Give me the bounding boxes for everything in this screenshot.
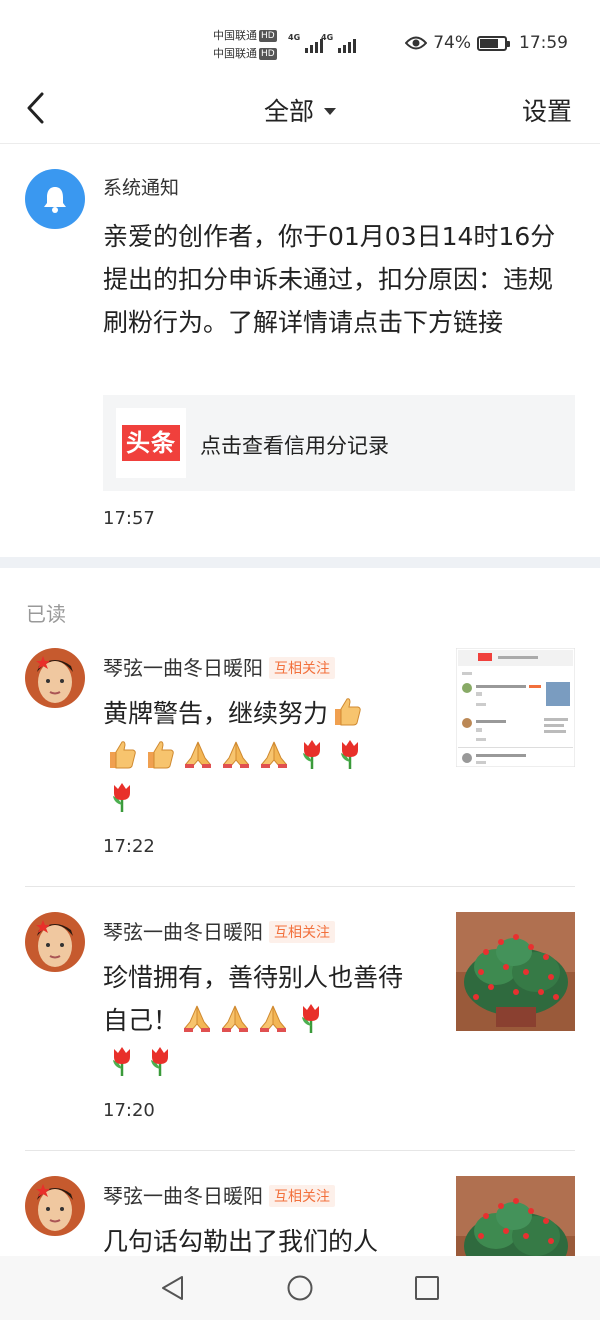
caret-down-icon <box>324 108 336 115</box>
filter-dropdown[interactable]: 全部 <box>0 92 600 128</box>
mutual-follow-badge: 互相关注 <box>269 657 335 679</box>
message-content: 几句话勾勒出了我们的人 <box>103 1220 423 1256</box>
battery-percent: 74% <box>433 33 471 53</box>
carrier-info: 中国联通 HD 中国联通 HD <box>213 27 277 63</box>
tulip-icon <box>113 783 130 812</box>
sender-name: 琴弦一曲冬日暖阳 <box>103 656 263 680</box>
folded-hands-icon <box>261 741 287 768</box>
mutual-follow-badge: 互相关注 <box>269 1185 335 1207</box>
nav-home-icon[interactable] <box>285 1273 315 1303</box>
top-bar: 全部 设置 <box>0 86 600 144</box>
nav-recents-icon[interactable] <box>412 1273 442 1303</box>
sender-name: 琴弦一曲冬日暖阳 <box>103 920 263 944</box>
toutiao-logo: 头条 <box>116 408 186 478</box>
section-divider <box>0 557 600 568</box>
folded-hands-icon <box>260 1005 287 1032</box>
folded-hands-icon <box>222 1005 249 1032</box>
eye-icon <box>405 36 428 50</box>
notification-sender: 系统通知 <box>103 177 180 199</box>
list-item[interactable]: 琴弦一曲冬日暖阳 互相关注 几句话勾勒出了我们的人 <box>0 1176 600 1256</box>
avatar[interactable] <box>25 912 85 972</box>
thumbs-up-icon <box>148 741 174 769</box>
thumbs-up-icon <box>335 698 361 726</box>
bell-icon <box>25 169 85 229</box>
tulip-icon <box>151 1047 168 1076</box>
sender-name: 琴弦一曲冬日暖阳 <box>103 1184 263 1208</box>
post-thumbnail[interactable] <box>456 648 575 767</box>
signal-icon: 4G <box>288 33 324 53</box>
notification-text: 亲爱的创作者，你于01月03日14时16分提出的扣分申诉未通过，扣分原因：违规刷… <box>103 222 556 337</box>
message-content: 珍惜拥有，善待别人也善待自己！ <box>103 956 413 1085</box>
tulip-icon <box>341 740 358 769</box>
tulip-icon <box>302 1004 320 1033</box>
avatar[interactable] <box>25 648 85 708</box>
carrier-name-2: 中国联通 <box>213 47 257 60</box>
folded-hands-icon <box>185 741 211 768</box>
avatar[interactable] <box>25 1176 85 1236</box>
settings-button[interactable]: 设置 <box>522 92 572 128</box>
read-section-label: 已读 <box>26 602 66 626</box>
hd-badge: HD <box>259 30 277 42</box>
message-text: 几句话勾勒出了我们的人 <box>103 1227 379 1256</box>
carrier-name-1: 中国联通 <box>213 29 257 42</box>
tulip-icon <box>303 740 320 769</box>
clock: 17:59 <box>519 33 568 53</box>
system-nav-bar <box>0 1256 600 1320</box>
system-notification[interactable]: 系统通知 亲爱的创作者，你于01月03日14时16分提出的扣分申诉未通过，扣分原… <box>0 145 600 557</box>
hd-badge: HD <box>259 48 277 60</box>
message-text: 黄牌警告，继续努力 <box>103 699 329 728</box>
status-bar: 中国联通 HD 中国联通 HD 4G 4G 74% 17:59 <box>0 0 600 86</box>
divider <box>25 1150 575 1151</box>
thumbs-up-icon <box>110 741 136 769</box>
post-thumbnail[interactable] <box>456 912 575 1031</box>
message-text: 珍惜拥有，善待别人也善待自己！ <box>103 963 404 1035</box>
message-content: 黄牌警告，继续努力 <box>103 692 423 821</box>
folded-hands-icon <box>223 741 249 768</box>
post-thumbnail[interactable] <box>456 1176 575 1256</box>
mutual-follow-badge: 互相关注 <box>269 921 335 943</box>
list-item[interactable]: 琴弦一曲冬日暖阳 互相关注 黄牌警告，继续努力 17:22 <box>0 648 600 888</box>
nav-back-icon[interactable] <box>158 1273 188 1303</box>
divider <box>25 886 575 887</box>
list-item[interactable]: 琴弦一曲冬日暖阳 互相关注 珍惜拥有，善待别人也善待自己！ 17:20 <box>0 912 600 1152</box>
folded-hands-icon <box>184 1005 211 1032</box>
tulip-icon <box>113 1047 130 1076</box>
link-label: 点击查看信用分记录 <box>200 434 389 458</box>
message-time: 17:20 <box>103 1100 155 1121</box>
notification-time: 17:57 <box>103 508 155 529</box>
battery-icon <box>477 35 510 51</box>
message-time: 17:22 <box>103 836 155 857</box>
page-title: 全部 <box>263 97 314 126</box>
signal-icon: 4G <box>321 33 357 53</box>
credit-record-link[interactable]: 头条 点击查看信用分记录 <box>103 395 575 491</box>
